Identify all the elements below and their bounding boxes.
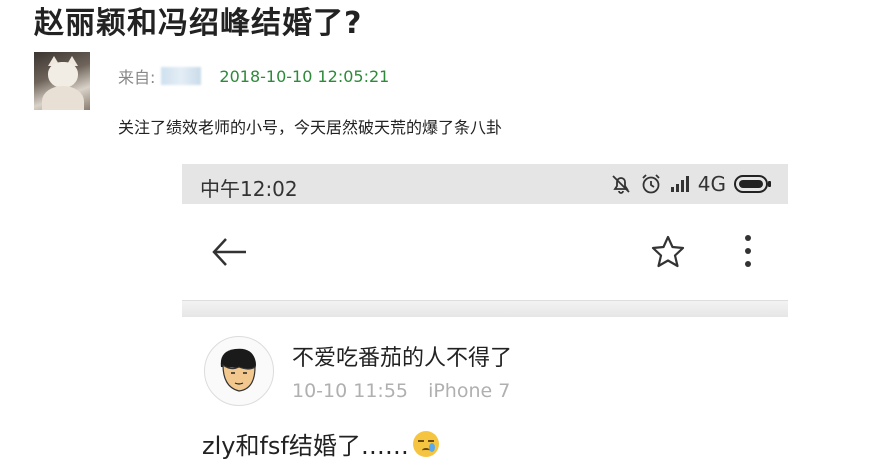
from-label: 来自: — [118, 68, 156, 87]
avatar-cat-head — [48, 62, 78, 88]
weibo-text: zly和fsf结婚了…… — [202, 426, 439, 461]
signal-icon — [670, 176, 689, 192]
blurred-author-name — [161, 67, 202, 85]
cartoon-face-icon — [220, 348, 256, 392]
alarm-icon — [642, 174, 660, 194]
app-bar — [182, 204, 788, 300]
post-title: 赵丽颖和冯绍峰结婚了? — [34, 6, 363, 41]
post-meta: 来自: 2018-10-10 12:05:21 — [118, 64, 389, 88]
star-icon[interactable] — [650, 234, 686, 270]
more-vertical-icon[interactable] — [738, 232, 758, 272]
back-arrow-icon[interactable] — [210, 234, 250, 270]
weibo-device: iPhone 7 — [428, 380, 511, 402]
status-time: 中午12:02 — [200, 177, 298, 201]
phone-screenshot: 中午12:02 4G 不爱吃番茄的人不得了 10-10 11:55 iPhone… — [182, 164, 788, 466]
mute-bell-icon — [612, 175, 630, 194]
status-icons: 4G — [610, 172, 772, 196]
sweat-emoji-icon — [412, 430, 439, 457]
weibo-text-content: zly和fsf结婚了…… — [202, 432, 409, 460]
post-timestamp: 2018-10-10 12:05:21 — [219, 66, 390, 86]
network-label: 4G — [697, 172, 726, 196]
weibo-user-avatar[interactable] — [204, 336, 274, 406]
battery-icon — [734, 175, 771, 193]
author-avatar[interactable] — [34, 52, 90, 110]
post-body: 关注了绩效老师的小号，今天居然破天荒的爆了条八卦 — [118, 118, 503, 137]
weibo-time: 10-10 11:55 — [292, 380, 409, 402]
divider — [182, 300, 788, 317]
status-bar: 中午12:02 4G — [182, 164, 788, 204]
weibo-meta: 10-10 11:55 iPhone 7 — [292, 380, 510, 402]
weibo-username[interactable]: 不爱吃番茄的人不得了 — [292, 340, 512, 372]
avatar-cat-body — [42, 86, 84, 110]
